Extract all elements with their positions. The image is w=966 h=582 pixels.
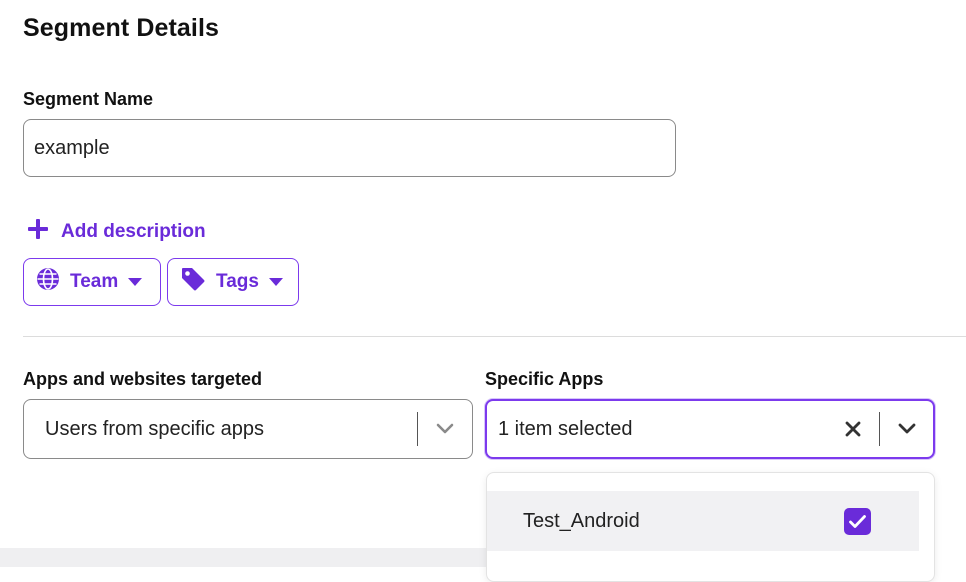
tags-dropdown-button[interactable]: Tags xyxy=(167,258,299,306)
chevron-down-icon[interactable] xyxy=(418,423,472,435)
chevron-down-icon[interactable] xyxy=(880,423,933,435)
section-divider xyxy=(23,336,966,337)
option-test-android[interactable]: Test_Android xyxy=(487,491,919,551)
specific-apps-dropdown-menu: Test_Android xyxy=(486,472,935,582)
segment-name-input[interactable] xyxy=(23,119,676,177)
team-dropdown-button[interactable]: Team xyxy=(23,258,161,306)
specific-apps-value: 1 item selected xyxy=(498,417,633,440)
page-footer-band xyxy=(0,548,486,567)
page-title: Segment Details xyxy=(23,14,220,42)
apps-targeted-select[interactable]: Users from specific apps xyxy=(23,399,473,459)
caret-down-icon xyxy=(268,271,283,293)
caret-down-icon xyxy=(128,271,143,293)
add-description-button[interactable]: Add description xyxy=(27,217,206,247)
apps-targeted-value: Users from specific apps xyxy=(45,417,264,440)
checkmark-icon xyxy=(849,514,866,528)
globe-icon xyxy=(36,267,60,297)
apps-targeted-label: Apps and websites targeted xyxy=(23,369,263,389)
specific-apps-label: Specific Apps xyxy=(485,369,604,389)
option-checkbox[interactable] xyxy=(844,507,871,535)
plus-icon xyxy=(27,218,49,246)
option-label: Test_Android xyxy=(523,509,640,532)
segment-name-label: Segment Name xyxy=(23,89,154,109)
add-description-label: Add description xyxy=(61,221,206,242)
team-label: Team xyxy=(70,271,119,292)
tags-label: Tags xyxy=(216,271,259,292)
clear-icon[interactable] xyxy=(827,421,879,437)
specific-apps-select[interactable]: 1 item selected xyxy=(485,399,935,459)
tag-icon xyxy=(180,266,206,298)
